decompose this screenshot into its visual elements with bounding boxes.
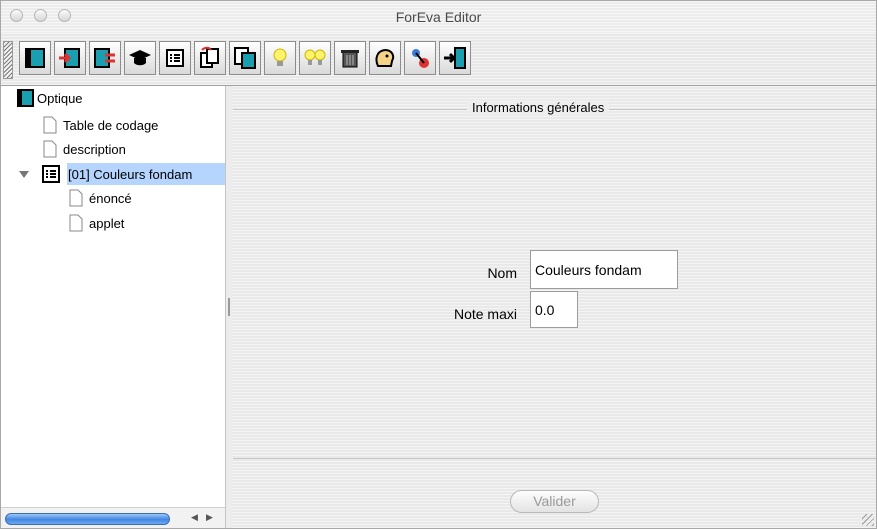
double-bulb-icon bbox=[304, 49, 326, 65]
hints-button[interactable] bbox=[299, 41, 331, 75]
copy-pages-button[interactable] bbox=[229, 41, 261, 75]
toolbar-grip[interactable] bbox=[3, 41, 13, 79]
bulb-icon bbox=[273, 48, 287, 66]
page-icon bbox=[43, 140, 57, 158]
list-page-icon bbox=[166, 49, 184, 67]
network-icon bbox=[412, 49, 429, 68]
page-icon bbox=[43, 116, 57, 134]
delete-button[interactable] bbox=[334, 41, 366, 75]
book-icon bbox=[17, 89, 34, 107]
tree-item-label: applet bbox=[89, 215, 125, 231]
page-icon bbox=[69, 189, 83, 207]
editor-window: ForEva Editor Optique Table de codage de… bbox=[0, 0, 877, 529]
tree-item-applet[interactable]: applet bbox=[69, 212, 126, 234]
tree-item-couleurs[interactable]: [01] Couleurs fondam bbox=[18, 163, 194, 185]
valider-button[interactable]: Valider bbox=[510, 490, 599, 513]
tree-item-description[interactable]: description bbox=[43, 138, 128, 160]
head-icon bbox=[375, 48, 395, 67]
book-swap-icon bbox=[94, 48, 115, 68]
disclosure-triangle-icon[interactable] bbox=[18, 168, 30, 180]
tree-item-table-de-codage[interactable]: Table de codage bbox=[43, 114, 160, 136]
split-divider-grip[interactable] bbox=[228, 298, 230, 316]
note-maxi-field[interactable] bbox=[530, 291, 578, 328]
resize-grip[interactable] bbox=[862, 514, 874, 526]
tree-item-label: Table de codage bbox=[63, 117, 159, 133]
page-icon bbox=[69, 214, 83, 232]
trash-icon bbox=[341, 50, 359, 68]
network-button[interactable] bbox=[404, 41, 436, 75]
tree-panel[interactable]: Optique Table de codage description [01]… bbox=[1, 86, 226, 528]
exit-button[interactable] bbox=[439, 41, 471, 75]
book-icon bbox=[25, 48, 45, 68]
note-maxi-label: Note maxi bbox=[453, 306, 517, 322]
list-page-icon bbox=[42, 165, 60, 183]
tree-root-label: Optique bbox=[37, 90, 83, 106]
course-button[interactable] bbox=[124, 41, 156, 75]
scroll-thumb[interactable] bbox=[5, 513, 170, 525]
scroll-right-icon[interactable]: ▶ bbox=[206, 512, 213, 523]
book-import-icon bbox=[59, 48, 80, 68]
scroll-left-icon[interactable]: ◀ bbox=[191, 512, 198, 523]
nom-label: Nom bbox=[487, 265, 517, 281]
tree-root[interactable]: Optique bbox=[15, 87, 85, 109]
hint-button[interactable] bbox=[264, 41, 296, 75]
title-bar: ForEva Editor bbox=[1, 1, 876, 34]
tree-item-enonce[interactable]: énoncé bbox=[69, 187, 134, 209]
exit-door-icon bbox=[444, 47, 466, 69]
horizontal-scrollbar[interactable]: ◀ ▶ bbox=[1, 507, 225, 528]
swap-book-button[interactable] bbox=[89, 41, 121, 75]
import-book-button[interactable] bbox=[54, 41, 86, 75]
tree-item-label: [01] Couleurs fondam bbox=[68, 166, 193, 182]
tree-item-label: énoncé bbox=[89, 190, 132, 206]
nom-field[interactable] bbox=[530, 250, 678, 289]
window-title: ForEva Editor bbox=[395, 9, 482, 25]
list-button[interactable] bbox=[159, 41, 191, 75]
student-button[interactable] bbox=[369, 41, 401, 75]
pages-cycle-icon bbox=[200, 46, 219, 68]
cycle-pages-button[interactable] bbox=[194, 41, 226, 75]
group-legend: Informations générales bbox=[467, 100, 610, 115]
pages-copy-icon bbox=[234, 47, 256, 69]
open-book-button[interactable] bbox=[19, 41, 51, 75]
graduation-cap-icon bbox=[129, 50, 151, 66]
toolbar bbox=[1, 33, 876, 86]
tree-item-label: description bbox=[63, 141, 126, 157]
